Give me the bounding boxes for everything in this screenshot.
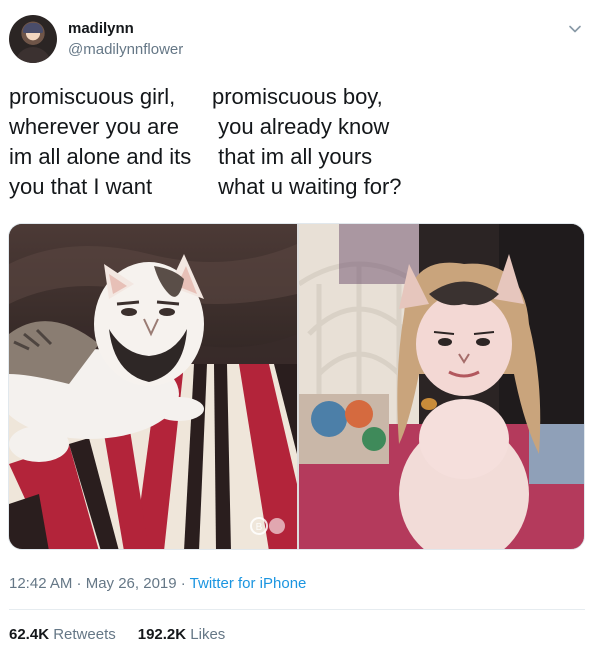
tweet-text-left: promiscuous girl, wherever you are im al… bbox=[9, 84, 192, 199]
author-handle[interactable]: @madilynnflower bbox=[68, 41, 183, 58]
cat-with-beard-photo[interactable] bbox=[9, 224, 297, 549]
media-grid: B bbox=[8, 223, 585, 550]
likes-stat[interactable]: 192.2K Likes bbox=[138, 626, 226, 643]
avatar-shoulders bbox=[15, 47, 51, 63]
retweets-stat[interactable]: 62.4K Retweets bbox=[9, 626, 116, 643]
tweet-source[interactable]: Twitter for iPhone bbox=[190, 575, 307, 592]
retweets-count: 62.4K bbox=[9, 626, 50, 643]
svg-text:B: B bbox=[256, 522, 263, 533]
tweet-timestamp[interactable]: 12:42 AM · May 26, 2019 · bbox=[9, 575, 190, 592]
divider bbox=[9, 609, 585, 610]
tweet-stats: 62.4K Retweets 192.2K Likes bbox=[9, 626, 225, 643]
likes-label: Likes bbox=[190, 626, 226, 643]
tweet-card: madilynn @madilynnflower promiscuous gir… bbox=[0, 0, 594, 657]
chevron-down-icon[interactable] bbox=[568, 22, 582, 36]
app-watermark-icon: B bbox=[250, 517, 285, 535]
retweets-label: Retweets bbox=[53, 626, 116, 643]
cat-with-beard-illustration bbox=[9, 224, 297, 549]
avatar-cap bbox=[23, 23, 43, 33]
cat-with-wig-photo[interactable] bbox=[299, 224, 584, 549]
user-avatar[interactable] bbox=[9, 15, 57, 63]
tweet-metadata: 12:42 AM · May 26, 2019 · Twitter for iP… bbox=[9, 575, 306, 592]
likes-count: 192.2K bbox=[137, 626, 187, 643]
cat-with-wig-illustration bbox=[299, 224, 584, 549]
tweet-text-right: promiscuous boy, you already know that i… bbox=[212, 84, 402, 199]
author-name[interactable]: madilynn bbox=[68, 20, 134, 37]
